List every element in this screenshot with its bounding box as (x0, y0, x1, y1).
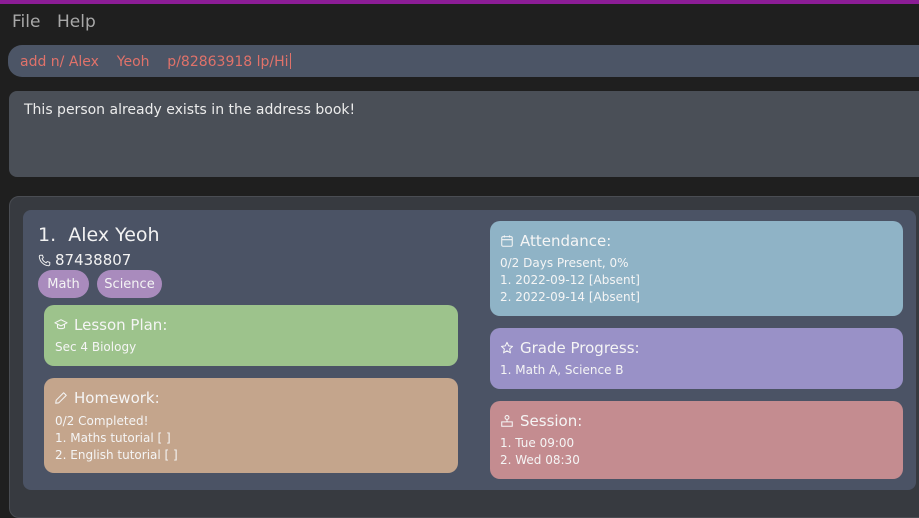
result-message: This person already exists in the addres… (24, 102, 356, 118)
attendance-summary: 0/2 Days Present, 0% (500, 256, 629, 270)
person-at-desk-icon (501, 415, 513, 427)
grade-progress-box (490, 328, 903, 389)
session-title: Session: (500, 412, 582, 430)
command-input-text: add n/ Alex Yeoh p/82863918 lp/Hi (20, 53, 291, 70)
person-name: 1. Alex Yeoh (38, 224, 160, 246)
grade-progress-item: 1. Math A, Science B (500, 363, 624, 377)
result-display[interactable]: This person already exists in the addres… (9, 91, 919, 177)
homework-item: 1. Maths tutorial [ ] (55, 431, 171, 445)
homework-summary: 0/2 Completed! (55, 414, 149, 428)
calendar-icon (501, 235, 513, 247)
phone-icon (38, 254, 51, 266)
attendance-title: Attendance: (500, 232, 611, 250)
text-caret (289, 53, 291, 69)
menu-bar: File Help (0, 4, 919, 40)
pencil-icon (55, 392, 67, 404)
command-input[interactable]: add n/ Alex Yeoh p/82863918 lp/Hi (8, 45, 919, 77)
homework-item: 2. English tutorial [ ] (55, 448, 178, 462)
tag-science: Science (97, 270, 162, 298)
session-item: 1. Tue 09:00 (500, 436, 575, 450)
lesson-plan-box (44, 305, 458, 366)
grade-progress-title: Grade Progress: (500, 339, 640, 357)
lesson-plan-content: Sec 4 Biology (55, 340, 137, 354)
person-phone: 87438807 (55, 251, 132, 269)
tag-math: Math (38, 270, 89, 298)
attendance-item: 1. 2022-09-12 [Absent] (500, 273, 640, 287)
session-item: 2. Wed 08:30 (500, 453, 580, 467)
graduation-cap-icon (54, 319, 68, 330)
menu-help[interactable]: Help (57, 12, 96, 32)
menu-file[interactable]: File (12, 12, 40, 32)
star-icon (500, 341, 514, 354)
person-phone-row: 87438807 (38, 251, 131, 269)
attendance-item: 2. 2022-09-14 [Absent] (500, 290, 640, 304)
homework-title: Homework: (54, 389, 160, 407)
lesson-plan-title: Lesson Plan: (54, 316, 167, 334)
